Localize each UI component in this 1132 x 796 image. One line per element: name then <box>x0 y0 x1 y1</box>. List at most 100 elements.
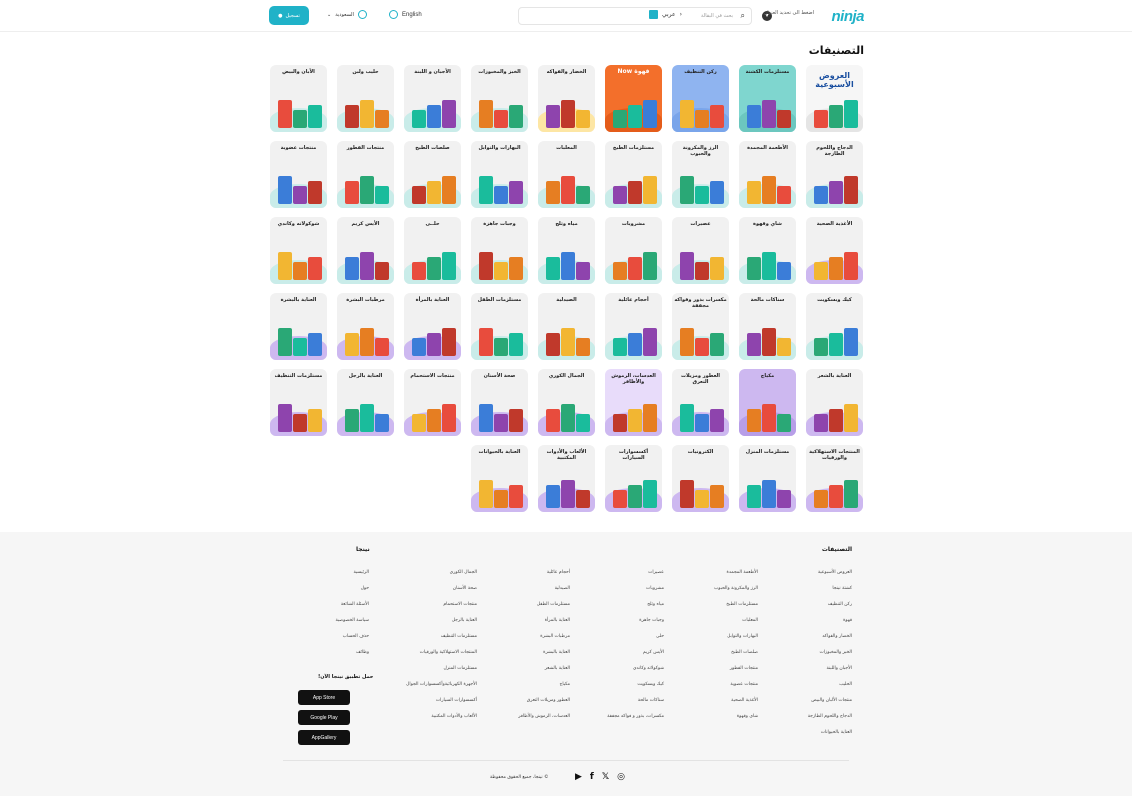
category-card[interactable]: العناية بالمرأة <box>404 293 461 360</box>
app-store-badge[interactable]: App Store <box>298 690 350 705</box>
footer-link[interactable]: الرز والمكرونة والحبوب <box>714 586 758 602</box>
category-card[interactable]: الجمال الكوري <box>538 369 595 436</box>
category-card[interactable]: مياه وثلج <box>538 217 595 284</box>
category-card[interactable]: الدجاج واللحوم الطازجة <box>806 141 863 208</box>
category-card[interactable]: صلصات الطبخ <box>404 141 461 208</box>
address-selector[interactable]: اضغط الى تحديد العنوان <box>764 10 814 16</box>
footer-link[interactable]: العناية بالبشرة <box>518 650 570 666</box>
footer-link[interactable]: العناية بالحيوانات <box>808 730 852 746</box>
category-card[interactable]: مكياج <box>739 369 796 436</box>
footer-link[interactable]: عصيرات <box>607 570 664 586</box>
footer-link[interactable]: قهوة <box>808 618 852 634</box>
category-card[interactable]: الخضار والفواكه <box>538 65 595 132</box>
category-card[interactable]: الأطعمة المجمدة <box>739 141 796 208</box>
category-card[interactable]: المنتجات الاستهلاكية والورقيات <box>806 445 863 512</box>
category-card[interactable]: شاي وقهوة <box>739 217 796 284</box>
category-card[interactable]: الأجبان و اللبنة <box>404 65 461 132</box>
footer-link[interactable]: مشروبات <box>607 586 664 602</box>
footer-link[interactable]: وظائف <box>336 650 369 666</box>
category-card[interactable]: مستلزمات المنزل <box>739 445 796 512</box>
footer-link[interactable]: منتجات عضوية <box>714 682 758 698</box>
category-card[interactable]: حلــى <box>404 217 461 284</box>
category-card[interactable]: حليب ولبن <box>337 65 394 132</box>
footer-link[interactable]: الأطعمة المجمدة <box>714 570 758 586</box>
footer-link[interactable]: مستلزمات الطبخ <box>714 602 758 618</box>
category-card[interactable]: مستلزمات الكشتة <box>739 65 796 132</box>
ninja-logo[interactable]: ninja <box>831 8 864 25</box>
category-card[interactable]: العطور ومزيلات التعرق <box>672 369 729 436</box>
category-card[interactable]: الكترونيات <box>672 445 729 512</box>
footer-link[interactable]: البهارات والتوابل <box>714 634 758 650</box>
footer-link[interactable]: صلصات الطبخ <box>714 650 758 666</box>
category-card[interactable]: الخبز والمخبوزات <box>471 65 528 132</box>
footer-link[interactable]: حول <box>336 586 369 602</box>
footer-link[interactable]: الأيس كريم <box>607 650 664 666</box>
category-card[interactable]: مرطبات البشرة <box>337 293 394 360</box>
category-card[interactable]: المعلبات <box>538 141 595 208</box>
footer-link[interactable]: مستلزمات الطفل <box>518 602 570 618</box>
x-icon[interactable]: 𝕏 <box>602 772 609 782</box>
country-selector[interactable]: السعودية ⌄ <box>327 10 367 19</box>
footer-link[interactable]: العناية بالمرأة <box>518 618 570 634</box>
category-card[interactable]: مكسرات بذور وفواكه مجففة <box>672 293 729 360</box>
category-card[interactable]: مستلزمات التنظيف <box>270 369 327 436</box>
category-card[interactable]: أحجام عائلية <box>605 293 662 360</box>
category-card[interactable]: العناية بالشعر <box>806 369 863 436</box>
category-card[interactable]: منتجات الاستحمام <box>404 369 461 436</box>
facebook-icon[interactable]: f <box>590 772 594 782</box>
footer-link[interactable]: العناية بالرجل <box>406 618 477 634</box>
footer-link[interactable]: سياسة الخصوصية <box>336 618 369 634</box>
footer-link[interactable]: مياه وثلج <box>607 602 664 618</box>
category-card[interactable]: عصيرات <box>672 217 729 284</box>
category-card[interactable]: العناية بالبشرة <box>270 293 327 360</box>
category-card[interactable]: الأغذية الصحية <box>806 217 863 284</box>
footer-link[interactable]: الدجاج واللحوم الطازجة <box>808 714 852 730</box>
footer-link[interactable]: الجمال الكوري <box>406 570 477 586</box>
footer-link[interactable]: المعلبات <box>714 618 758 634</box>
footer-link[interactable]: مرطبات البشرة <box>518 634 570 650</box>
footer-link[interactable]: منتجات الاستحمام <box>406 602 477 618</box>
footer-link[interactable]: منتجات الفطور <box>714 666 758 682</box>
category-card[interactable]: العروض الأسبوعية <box>806 65 863 132</box>
category-card[interactable]: الرز والمكرونة والحبوب <box>672 141 729 208</box>
footer-link[interactable]: شوكولاته وكاندي <box>607 666 664 682</box>
category-card[interactable]: منتجات الفطور <box>337 141 394 208</box>
footer-link[interactable]: الأسئلة الشائعة <box>336 602 369 618</box>
footer-link[interactable]: سناكات مالحة <box>607 698 664 714</box>
footer-link[interactable]: أحجام عائلية <box>518 570 570 586</box>
footer-link[interactable]: الخبز والمخبوزات <box>808 650 852 666</box>
category-card[interactable]: قهوة Now <box>605 65 662 132</box>
footer-link[interactable]: العطور ومزيلات التعرق <box>518 698 570 714</box>
category-card[interactable]: الأيس كريم <box>337 217 394 284</box>
footer-link[interactable]: الأجبان واللبنة <box>808 666 852 682</box>
category-card[interactable]: صحة الأسنان <box>471 369 528 436</box>
category-card[interactable]: مستلزمات الطبخ <box>605 141 662 208</box>
login-button[interactable]: تسجيل ● <box>269 6 309 25</box>
footer-link[interactable]: مكياج <box>518 682 570 698</box>
footer-link[interactable]: مستلزمات التنظيف <box>406 634 477 650</box>
category-card[interactable]: الألعاب والأدوات المكتبية <box>538 445 595 512</box>
category-card[interactable]: مستلزمات الطفل <box>471 293 528 360</box>
category-card[interactable]: سناكات مالحة <box>739 293 796 360</box>
category-card[interactable]: الأبان والبيض <box>270 65 327 132</box>
category-card[interactable]: العناية بالحيوانات <box>471 445 528 512</box>
footer-link[interactable]: الأجهزة الكهربائيةوأكسسوارات الجوال <box>406 682 477 698</box>
footer-link[interactable]: الألعاب والأدوات المكتبية <box>406 714 477 730</box>
footer-link[interactable]: الرئيسية <box>336 570 370 586</box>
footer-link[interactable]: الصيدلية <box>518 586 570 602</box>
instagram-icon[interactable]: ◎ <box>617 772 625 782</box>
footer-link[interactable]: الخضار والفواكه <box>808 634 852 650</box>
footer-link[interactable]: العناية بالشعر <box>518 666 570 682</box>
app-gallery-badge[interactable]: AppGallery <box>298 730 350 745</box>
category-card[interactable]: العناية بالرجل <box>337 369 394 436</box>
category-card[interactable]: ركن التنظيف <box>672 65 729 132</box>
youtube-icon[interactable]: ▶ <box>575 772 582 782</box>
footer-link[interactable]: كشتة نينجا <box>808 586 852 602</box>
category-card[interactable]: الصيدلية <box>538 293 595 360</box>
footer-link[interactable]: أكسسوارات السيارات <box>406 698 477 714</box>
footer-link[interactable]: منتجات الألبان والبيض <box>808 698 852 714</box>
category-card[interactable]: البهارات والتوابل <box>471 141 528 208</box>
footer-link[interactable]: العدسات، الرموش والأظافر <box>518 714 570 730</box>
footer-link[interactable]: العروض الأسبوعية <box>808 570 852 586</box>
category-card[interactable]: أكسسوارات السيارات <box>605 445 662 512</box>
